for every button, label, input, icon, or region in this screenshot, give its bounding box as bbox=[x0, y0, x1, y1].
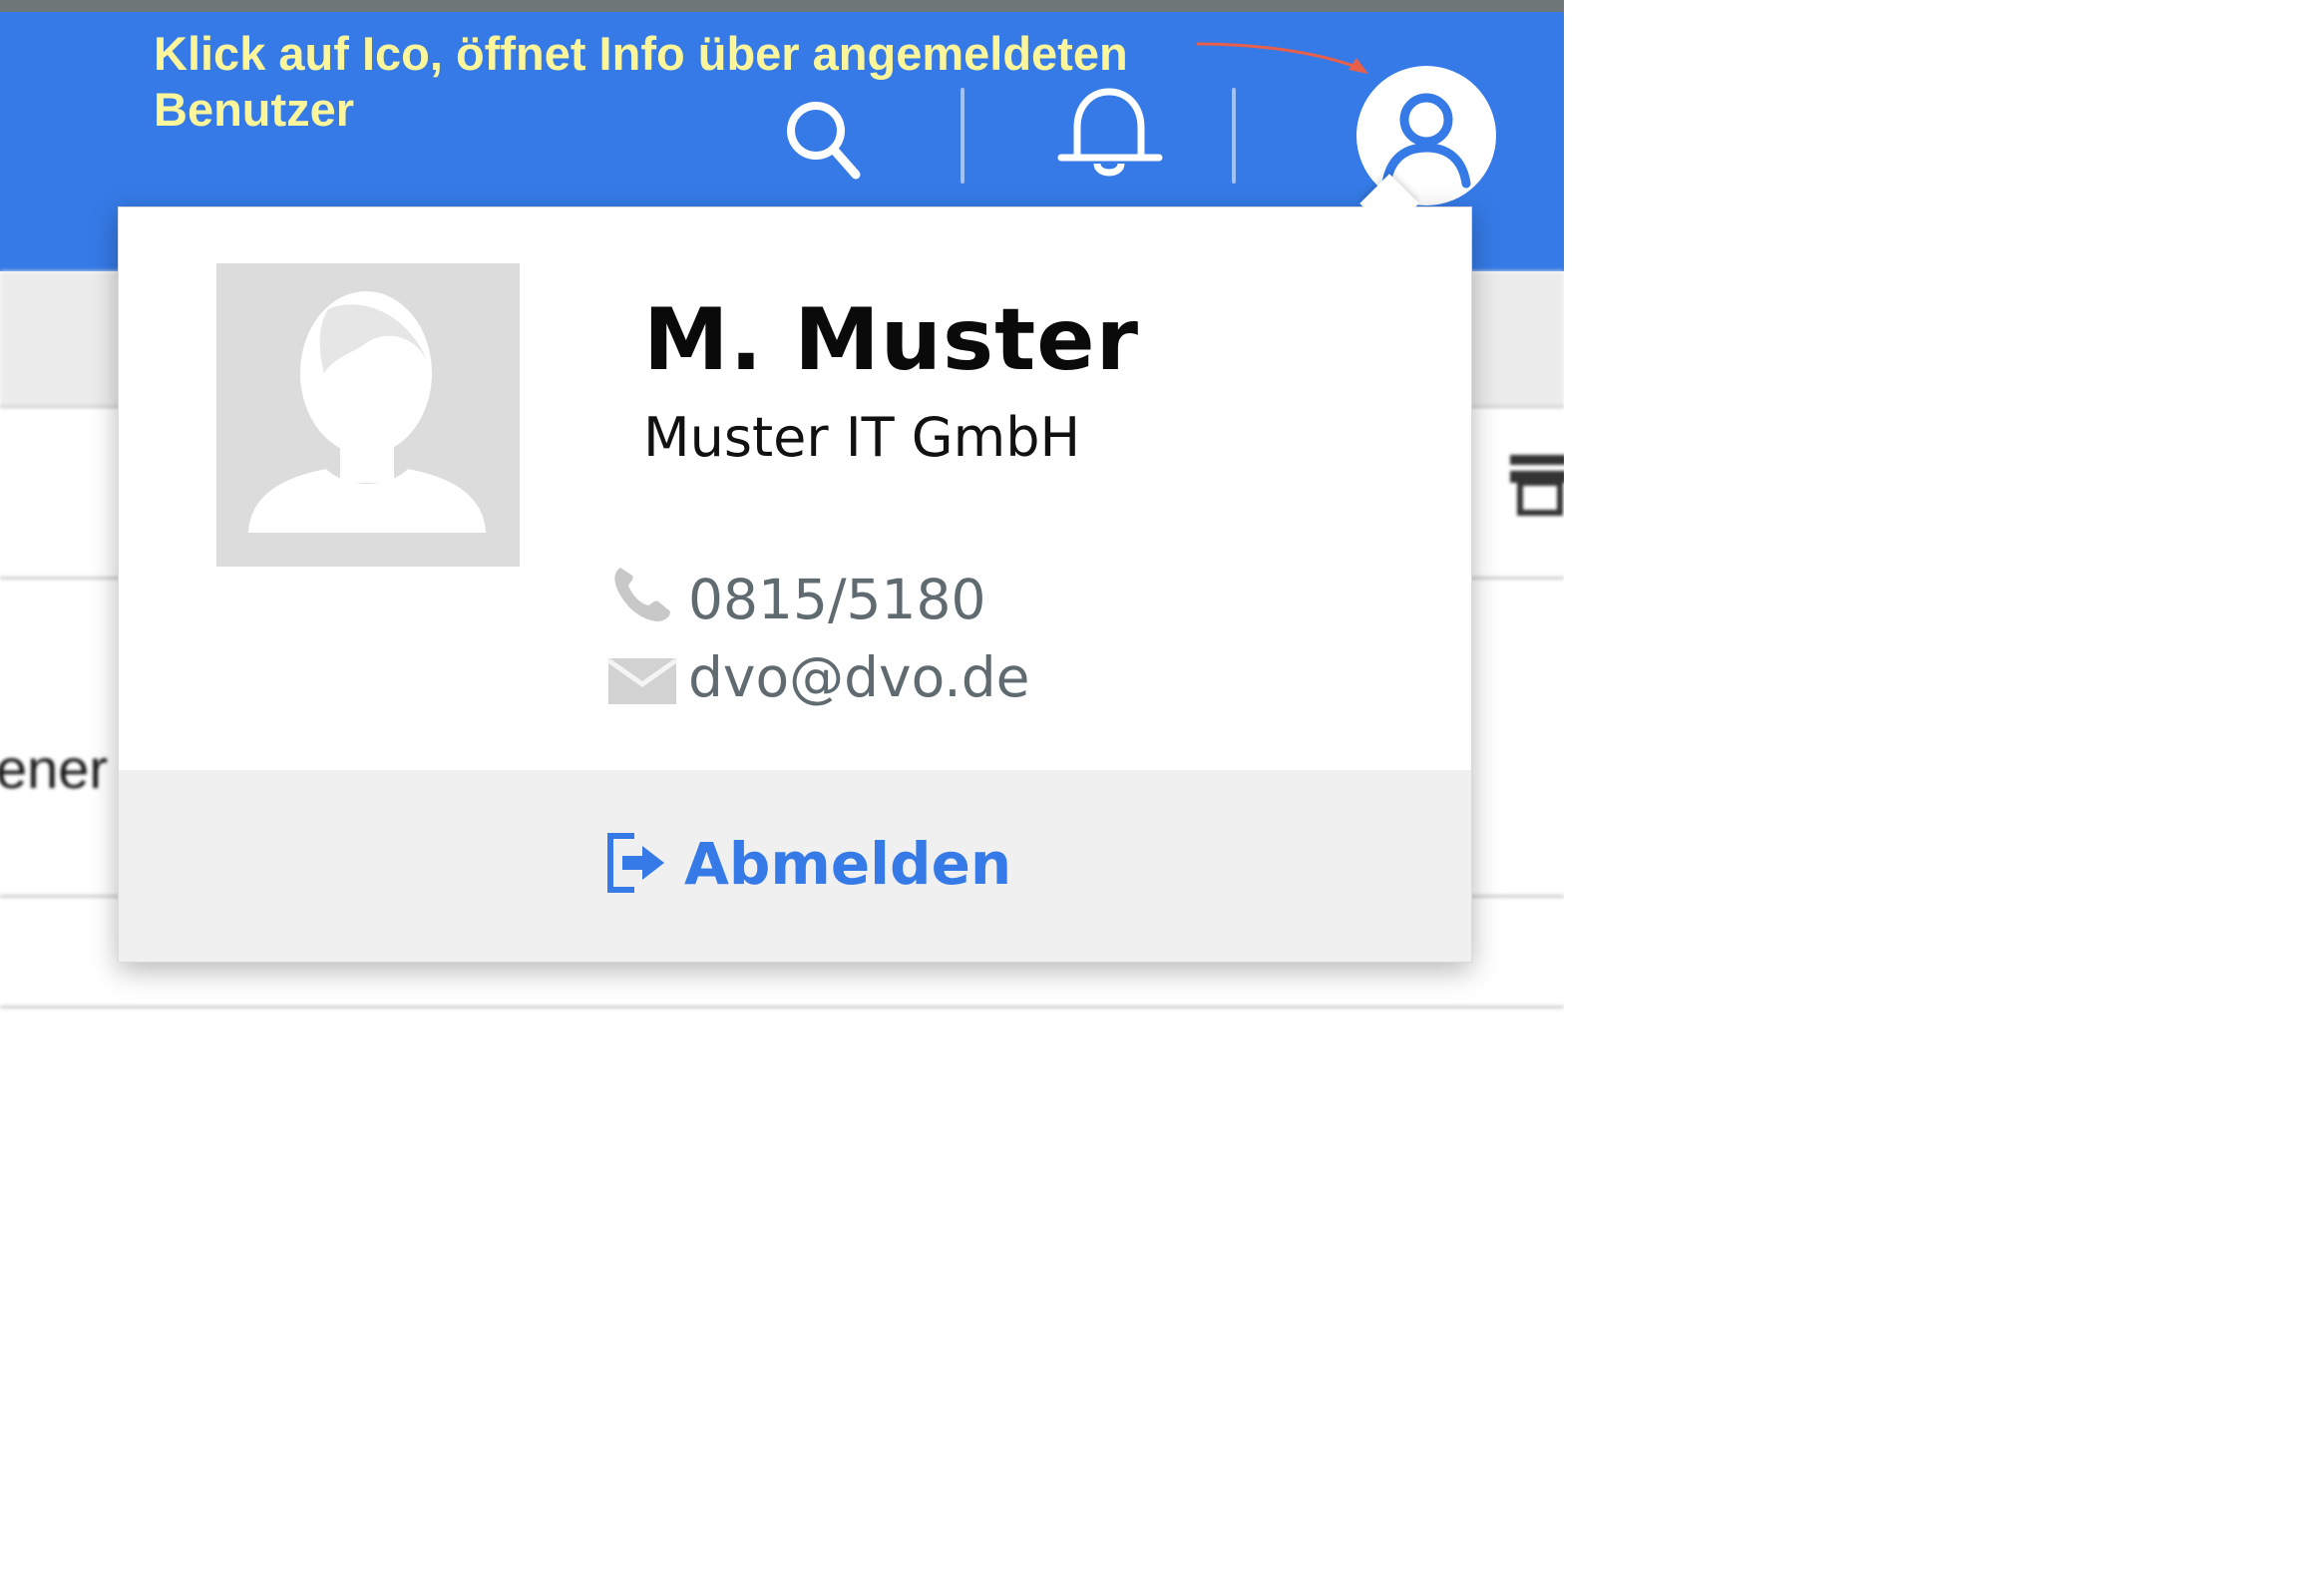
header-divider bbox=[961, 88, 964, 184]
avatar bbox=[216, 263, 520, 567]
logout-label: Abmelden bbox=[684, 830, 1012, 898]
background-divider bbox=[0, 1005, 1564, 1008]
user-email: dvo@dvo.de bbox=[688, 645, 1030, 709]
header-divider bbox=[1232, 88, 1236, 184]
popup-caret-cover bbox=[1356, 207, 1436, 237]
mail-icon bbox=[608, 658, 676, 704]
window-top-strip bbox=[0, 0, 1564, 12]
notifications-button[interactable] bbox=[1055, 84, 1165, 188]
logout-icon bbox=[607, 833, 664, 893]
bell-icon bbox=[1057, 88, 1163, 177]
user-name: M. Muster bbox=[643, 290, 1140, 390]
search-button[interactable] bbox=[778, 95, 868, 185]
user-company: Muster IT GmbH bbox=[643, 406, 1081, 469]
screen: Klick auf Ico, öffnet Info über angemeld… bbox=[0, 0, 1564, 1079]
background-text: ener bbox=[0, 737, 109, 800]
user-phone: 0815/5180 bbox=[688, 568, 986, 631]
annotation-note: Klick auf Ico, öffnet Info über angemeld… bbox=[154, 27, 1128, 136]
search-icon bbox=[787, 102, 861, 180]
phone-icon bbox=[614, 568, 670, 621]
avatar-placeholder-icon bbox=[248, 291, 486, 533]
printer-icon bbox=[1510, 455, 1564, 516]
